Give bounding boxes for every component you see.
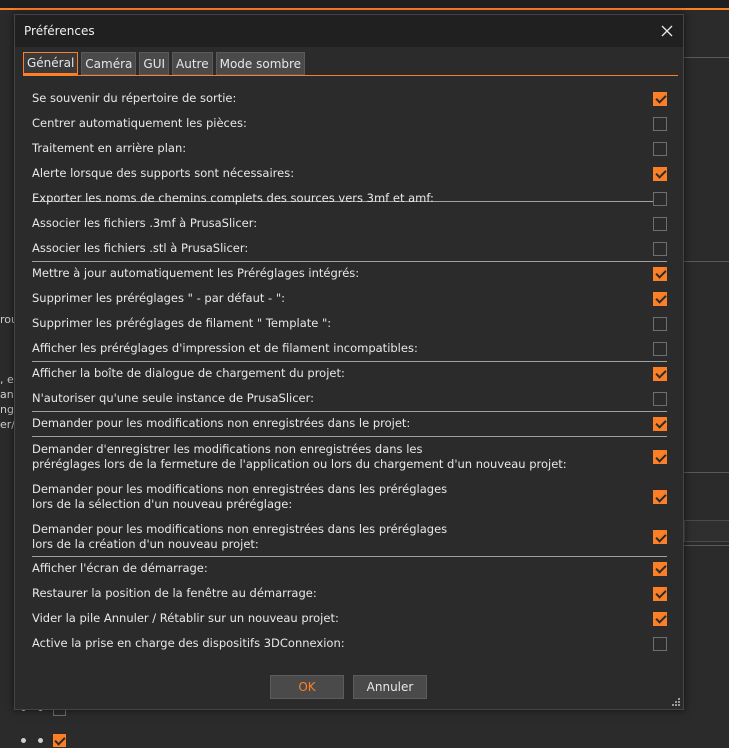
resize-grip-icon[interactable] <box>671 697 681 707</box>
option-checkbox[interactable] <box>653 450 667 464</box>
option-label: Traitement en arrière plan: <box>32 141 187 155</box>
option-checkbox[interactable] <box>653 611 667 626</box>
option-label: Supprimer les préréglages " - par défaut… <box>32 291 286 305</box>
option-checkbox[interactable] <box>653 586 667 601</box>
option-label: N'autoriser qu'une seule instance de Pru… <box>32 391 315 405</box>
option-label: Supprimer les préréglages de filament " … <box>32 316 332 330</box>
option-label: Demander pour les modifications non enre… <box>32 482 448 511</box>
background-checkbox[interactable] <box>53 734 66 747</box>
dialog-title: Préférences <box>24 24 95 38</box>
option-suppress-template-presets: Supprimer les préréglages de filament " … <box>32 316 667 331</box>
tab-gui[interactable]: GUI <box>139 52 170 75</box>
option-checkbox[interactable] <box>653 166 667 181</box>
option-export-full-paths: Exporter les noms de chemins complets de… <box>32 191 667 206</box>
option-label: Demander d'enregistrer les modifications… <box>32 442 567 471</box>
option-show-incompatible-presets: Afficher les préréglages d'impression et… <box>32 341 667 356</box>
background-text: ng <box>0 403 14 416</box>
option-clear-undo-redo: Vider la pile Annuler / Rétablir sur un … <box>32 611 667 626</box>
option-remember-output-dir: Se souvenir du répertoire de sortie: <box>32 91 667 106</box>
option-auto-center: Centrer automatiquement les pièces: <box>32 116 667 131</box>
option-3dconnexion-support: Active la prise en charge des dispositif… <box>32 636 667 651</box>
option-label: Mettre à jour automatiquement les Prérég… <box>32 266 360 280</box>
option-ask-unsaved-presets-on-select: Demander pour les modifications non enre… <box>32 481 667 513</box>
option-label: Se souvenir du répertoire de sortie: <box>32 91 237 105</box>
option-auto-update-presets: Mettre à jour automatiquement les Prérég… <box>32 266 667 281</box>
option-checkbox[interactable] <box>653 391 667 406</box>
background-divider <box>684 57 729 58</box>
option-checkbox[interactable] <box>653 91 667 106</box>
option-checkbox[interactable] <box>653 266 667 281</box>
background-text: er/ <box>0 418 15 431</box>
option-label: Demander pour les modifications non enre… <box>32 416 411 430</box>
option-label: Vider la pile Annuler / Rétablir sur un … <box>32 611 339 625</box>
option-checkbox[interactable] <box>653 366 667 381</box>
option-checkbox[interactable] <box>653 341 667 356</box>
option-label: Alerte lorsque des supports sont nécessa… <box>32 166 295 180</box>
option-checkbox[interactable] <box>653 561 667 576</box>
option-checkbox[interactable] <box>653 216 667 231</box>
option-label: Restaurer la position de la fenêtre au d… <box>32 586 317 600</box>
close-button[interactable] <box>655 19 679 43</box>
option-checkbox[interactable] <box>653 116 667 131</box>
title-bar: Préférences <box>15 15 683 47</box>
tab-camera[interactable]: Caméra <box>81 52 137 75</box>
option-background-processing: Traitement en arrière plan: <box>32 141 667 156</box>
option-restore-window-position: Restaurer la position de la fenêtre au d… <box>32 586 667 601</box>
option-label: Demander pour les modifications non enre… <box>32 522 448 551</box>
option-checkbox[interactable] <box>653 416 667 431</box>
option-label: Afficher les préréglages d'impression et… <box>32 341 418 355</box>
option-checkbox[interactable] <box>653 291 667 306</box>
option-associate-stl: Associer les fichiers .stl à PrusaSlicer… <box>32 241 667 256</box>
background-tab-strip <box>0 0 729 10</box>
option-label: Afficher la boîte de dialogue de chargem… <box>32 366 345 380</box>
background-bullet <box>38 738 43 743</box>
option-show-splash-screen: Afficher l'écran de démarrage: <box>32 561 667 576</box>
separator <box>32 436 667 437</box>
option-label: Exporter les noms de chemins complets de… <box>32 191 434 205</box>
option-label: Centrer automatiquement les pièces: <box>32 116 247 130</box>
option-ask-unsaved-presets-on-new-project: Demander pour les modifications non enre… <box>32 521 667 553</box>
option-checkbox[interactable] <box>653 490 667 504</box>
background-bullet <box>21 738 26 743</box>
ok-button[interactable]: OK <box>270 675 344 699</box>
option-checkbox[interactable] <box>653 316 667 331</box>
option-label: Afficher l'écran de démarrage: <box>32 561 208 575</box>
option-checkbox[interactable] <box>653 141 667 156</box>
option-associate-3mf: Associer les fichiers .3mf à PrusaSlicer… <box>32 216 667 231</box>
background-field <box>684 520 729 542</box>
option-checkbox[interactable] <box>653 241 667 256</box>
separator <box>32 261 667 262</box>
option-checkbox[interactable] <box>653 191 667 206</box>
tab-other[interactable]: Autre <box>172 52 213 75</box>
option-support-alert: Alerte lorsque des supports sont nécessa… <box>32 166 667 181</box>
option-suppress-default-presets: Supprimer les préréglages " - par défaut… <box>32 291 667 306</box>
background-divider <box>684 472 729 473</box>
close-icon <box>661 25 673 37</box>
tab-underline <box>23 75 678 76</box>
option-single-instance: N'autoriser qu'une seule instance de Pru… <box>32 391 667 406</box>
tab-bar: Général Caméra GUI Autre Mode sombre <box>23 52 306 75</box>
option-label: Active la prise en charge des dispositif… <box>32 636 345 650</box>
tab-general[interactable]: Général <box>23 52 79 75</box>
option-label: Associer les fichiers .stl à PrusaSlicer… <box>32 241 249 255</box>
option-label: Associer les fichiers .3mf à PrusaSlicer… <box>32 216 258 230</box>
option-checkbox[interactable] <box>653 636 667 651</box>
background-divider <box>684 545 729 546</box>
option-ask-unsaved-presets-on-close: Demander d'enregistrer les modifications… <box>32 441 667 473</box>
separator <box>32 411 667 412</box>
background-divider <box>684 261 729 262</box>
tab-dark-mode[interactable]: Mode sombre <box>215 52 306 75</box>
option-checkbox[interactable] <box>653 530 667 544</box>
option-show-load-project-dialog: Afficher la boîte de dialogue de chargem… <box>32 366 667 381</box>
preferences-dialog: Préférences Général Caméra GUI Autre Mod… <box>14 14 684 710</box>
separator <box>32 361 667 362</box>
option-ask-unsaved-project: Demander pour les modifications non enre… <box>32 416 667 431</box>
cancel-button[interactable]: Annuler <box>353 675 427 699</box>
separator <box>32 556 667 557</box>
